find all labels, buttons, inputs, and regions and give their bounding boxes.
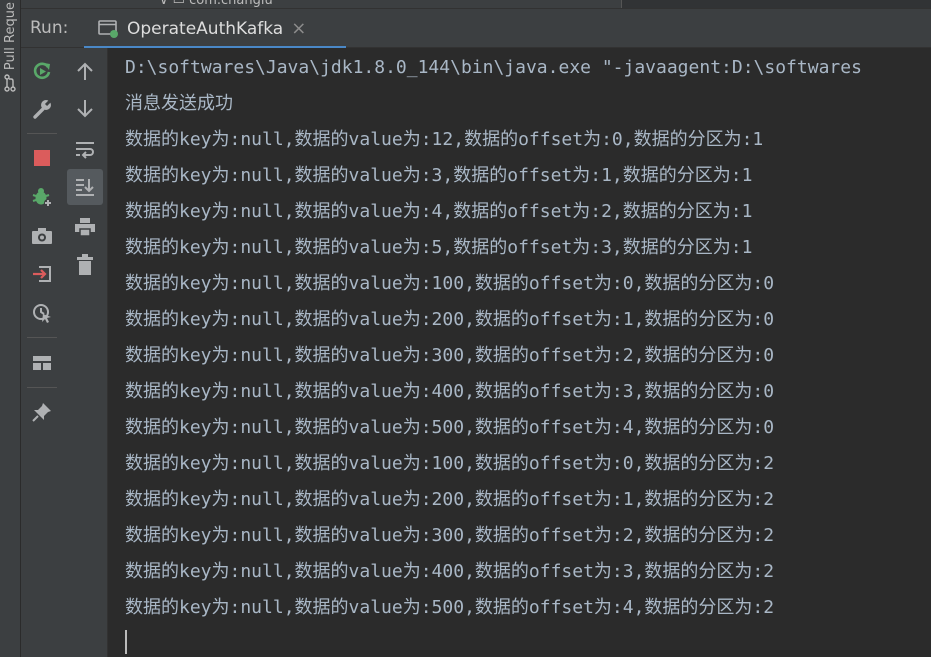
exit-button[interactable]: [21, 256, 63, 292]
run-panel-header: Run: OperateAuthKafka ×: [21, 8, 931, 49]
console-line: 数据的key为:null,数据的value为:100,数据的offset为:0,…: [125, 453, 775, 474]
console-line: 数据的key为:null,数据的value为:300,数据的offset为:2,…: [125, 345, 775, 366]
next-occurrence-button[interactable]: [67, 91, 103, 127]
login-icon: [33, 266, 51, 282]
left-tool-strip: Pull Reque: [0, 0, 21, 657]
stop-icon: [34, 150, 50, 166]
text-caret: [125, 630, 127, 654]
attach-debugger-icon: [33, 304, 51, 323]
pull-requests-label: Pull Reque: [2, 2, 18, 71]
console-line: 数据的key为:null,数据的value为:5,数据的offset为:3,数据…: [125, 237, 753, 258]
pin-icon: [32, 403, 51, 422]
layout-icon: [33, 356, 51, 370]
console-line: 数据的key为:null,数据的value为:400,数据的offset为:3,…: [125, 381, 775, 402]
console-line: 数据的key为:null,数据的value为:200,数据的offset为:1,…: [125, 489, 775, 510]
background-tree-label: com.changlu: [189, 0, 273, 8]
scroll-to-end-icon: [76, 179, 94, 196]
console-output[interactable]: D:\softwares\Java\jdk1.8.0_144\bin\java.…: [108, 48, 931, 657]
rerun-button[interactable]: [21, 53, 63, 89]
console-line: 数据的key为:null,数据的value为:500,数据的offset为:4,…: [125, 417, 775, 438]
background-project-panel: ∨ ▭ com.changlu: [21, 0, 931, 8]
background-right-panel: [621, 0, 931, 8]
toolbar-separator: [27, 133, 57, 134]
soft-wrap-icon: [76, 142, 94, 159]
console-line: 消息发送成功: [125, 93, 233, 114]
run-tab-operate-auth-kafka[interactable]: OperateAuthKafka ×: [84, 9, 346, 49]
toolbar-separator: [27, 387, 57, 388]
restore-layout-button[interactable]: [21, 345, 63, 381]
debug-button[interactable]: [21, 179, 63, 215]
pin-tab-button[interactable]: [21, 394, 63, 430]
console-line: 数据的key为:null,数据的value为:300,数据的offset为:2,…: [125, 525, 775, 546]
soft-wrap-button[interactable]: [67, 131, 103, 167]
rerun-icon: [33, 62, 51, 80]
close-tab-icon[interactable]: ×: [291, 19, 306, 38]
print-button[interactable]: [67, 209, 103, 245]
run-console-icon: [98, 19, 120, 39]
pull-requests-tab[interactable]: Pull Reque: [0, 0, 20, 110]
console-line: 数据的key为:null,数据的value为:100,数据的offset为:0,…: [125, 273, 775, 294]
scroll-to-end-button[interactable]: [67, 169, 103, 205]
attach-debugger-button[interactable]: [21, 295, 63, 331]
pull-request-icon: [4, 74, 16, 92]
run-toolbar-secondary: [63, 48, 108, 657]
console-line: 数据的key为:null,数据的value为:400,数据的offset为:3,…: [125, 561, 775, 582]
background-tree-item: ∨ ▭ com.changlu: [159, 0, 273, 8]
stop-button[interactable]: [21, 140, 63, 176]
console-line: 数据的key为:null,数据的value为:4,数据的offset为:2,数据…: [125, 201, 753, 222]
chevron-down-icon: ∨: [159, 0, 169, 8]
previous-occurrence-button[interactable]: [67, 53, 103, 89]
console-line: 数据的key为:null,数据的value为:12,数据的offset为:0,数…: [125, 129, 764, 150]
run-tab-label: OperateAuthKafka: [127, 18, 284, 39]
clear-all-button[interactable]: [67, 247, 103, 283]
print-icon: [75, 218, 95, 237]
console-line: 数据的key为:null,数据的value为:200,数据的offset为:1,…: [125, 309, 775, 330]
settings-button[interactable]: [21, 91, 63, 127]
trash-icon: [77, 254, 93, 275]
settings-wrench-icon: [33, 98, 53, 119]
folder-icon: ▭: [172, 0, 185, 8]
up-arrow-icon: [77, 62, 93, 80]
toolbar-separator: [27, 337, 57, 338]
console-line: 数据的key为:null,数据的value为:3,数据的offset为:1,数据…: [125, 165, 753, 186]
down-arrow-icon: [77, 100, 93, 118]
dump-threads-button[interactable]: [21, 218, 63, 254]
console-line: 数据的key为:null,数据的value为:500,数据的offset为:4,…: [125, 597, 775, 618]
console-command-line: D:\softwares\Java\jdk1.8.0_144\bin\java.…: [125, 57, 862, 78]
run-panel-title: Run:: [30, 18, 69, 38]
debug-icon: [32, 188, 52, 207]
camera-icon: [32, 228, 52, 244]
run-toolbar-primary: [21, 48, 63, 657]
